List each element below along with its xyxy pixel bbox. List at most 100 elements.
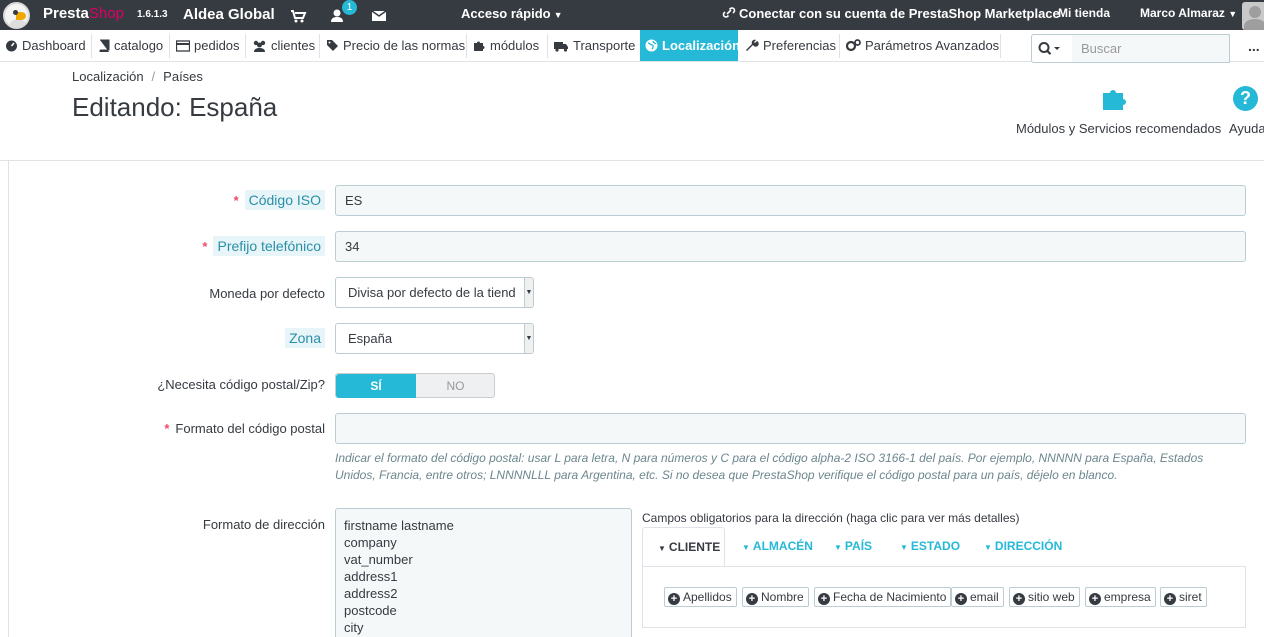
phone-prefix-label-text: Prefijo telefónico — [213, 236, 325, 256]
iso-code-input[interactable] — [335, 185, 1246, 216]
help-icon[interactable]: ? — [1233, 86, 1258, 111]
brand-name[interactable]: PrestaShop — [43, 5, 124, 22]
zone-select[interactable]: España ▼ — [335, 323, 534, 354]
credit-card-icon — [175, 40, 191, 52]
marketplace-link[interactable]: Conectar con su cuenta de PrestaShop Mar… — [722, 6, 1060, 21]
search-input[interactable] — [1072, 34, 1230, 63]
breadcrumb-item[interactable]: Países — [163, 69, 203, 84]
address-line: vat_number — [344, 552, 413, 567]
tab-panel-cliente: + Apellidos + Nombre + Fecha de Nacimiento … — [642, 566, 1246, 628]
help-button[interactable]: Ayuda — [1229, 121, 1264, 136]
address-line: address2 — [344, 586, 398, 601]
default-currency-select[interactable]: Divisa por defecto de la tiend ▼ — [335, 277, 534, 308]
default-currency-label: Moneda por defecto — [209, 286, 325, 301]
zip-needed-switch[interactable]: SÍ NO — [335, 373, 495, 398]
tab-almacen[interactable]: ▼ ALMACÉN — [727, 527, 828, 567]
nav-item-preferencias[interactable]: Preferencias — [741, 30, 839, 61]
breadcrumb: Localización / Países — [72, 69, 203, 84]
zip-yes-option[interactable]: SÍ — [336, 374, 416, 398]
my-store-link[interactable]: Mi tienda — [1058, 6, 1110, 20]
address-format-label: Formato de dirección — [202, 517, 325, 532]
plus-circle-icon: + — [818, 593, 830, 605]
nav-item-localizacion[interactable]: Localización — [640, 30, 741, 61]
search-icon — [1038, 42, 1060, 55]
nav-label: Transporte — [573, 38, 636, 53]
chip-label: Nombre — [761, 590, 804, 604]
nav-label: módulos — [490, 38, 540, 53]
field-chip-fecha-nacimiento[interactable]: + Fecha de Nacimiento — [814, 587, 952, 607]
nav-label: Preferencias — [763, 38, 836, 53]
puzzle-icon[interactable] — [1100, 85, 1130, 111]
breadcrumb-separator: / — [151, 69, 156, 84]
chip-label: empresa — [1104, 590, 1151, 604]
search-type-button[interactable] — [1031, 34, 1073, 63]
avatar[interactable] — [1242, 2, 1264, 30]
link-icon — [722, 7, 736, 18]
caret-down-icon: ▼ — [658, 544, 666, 553]
field-chip-empresa[interactable]: + empresa — [1085, 587, 1156, 607]
dashboard-icon — [6, 40, 17, 52]
iso-code-label-text: Código ISO — [244, 190, 325, 210]
nav-label: clientes — [271, 38, 316, 53]
address-line: city — [344, 620, 364, 635]
caret-down-icon: ▼ — [900, 543, 908, 552]
recommended-modules-button[interactable]: Módulos y Servicios recomendados — [1016, 121, 1221, 136]
nav-item-pedidos[interactable]: pedidos — [171, 30, 244, 61]
nav-item-catalogo[interactable]: catalogo — [93, 30, 169, 61]
shop-name[interactable]: Aldea Global — [183, 6, 275, 23]
chip-label: siret — [1179, 590, 1202, 604]
phone-prefix-label: * Prefijo telefónico — [150, 236, 325, 256]
caret-down-icon: ▼ — [553, 10, 563, 20]
quick-access-menu[interactable]: Acceso rápido ▼ — [461, 6, 563, 21]
zip-format-input[interactable] — [335, 413, 1246, 444]
globe-icon — [645, 39, 658, 52]
tab-cliente[interactable]: ▼ CLIENTE — [642, 527, 725, 567]
address-format-textarea[interactable]: firstname lastname company vat_number ad… — [335, 508, 632, 637]
notification-badge[interactable]: 1 — [342, 0, 357, 15]
cart-icon[interactable] — [289, 5, 307, 25]
user-menu[interactable]: Marco Almaraz ▼ — [1140, 6, 1237, 20]
tab-label: CLIENTE — [668, 540, 721, 554]
plus-circle-icon: + — [1164, 593, 1176, 605]
caret-down-icon: ▼ — [834, 543, 842, 552]
nav-label: Dashboard — [22, 38, 86, 53]
nav-label: Parámetros Avanzados — [865, 38, 1000, 53]
wrench-icon — [746, 39, 759, 51]
field-chip-apellidos[interactable]: + Apellidos — [664, 587, 737, 607]
phone-prefix-input[interactable] — [335, 231, 1246, 262]
zip-format-label-text: Formato del código postal — [175, 421, 325, 436]
nav-item-precio-normas[interactable]: Precio de las normas — [321, 30, 465, 61]
zip-format-label: * Formato del código postal — [164, 421, 325, 436]
zip-no-option[interactable]: NO — [416, 374, 495, 398]
mail-icon[interactable] — [370, 5, 388, 25]
zip-format-help: Indicar el formato del código postal: us… — [335, 451, 1204, 482]
field-chip-nombre[interactable]: + Nombre — [742, 587, 809, 607]
nav-item-modulos[interactable]: módulos — [468, 30, 547, 61]
page-title: Editando: España — [72, 92, 278, 122]
field-chip-email[interactable]: + email — [951, 587, 1004, 607]
tab-estado[interactable]: ▼ ESTADO — [885, 527, 975, 567]
more-menu-icon[interactable]: ... — [1248, 38, 1260, 54]
nav-label: Localización — [662, 38, 741, 53]
caret-down-icon: ▼ — [984, 543, 992, 552]
field-chip-siret[interactable]: + siret — [1160, 587, 1207, 607]
tab-direccion[interactable]: ▼ DIRECCIÓN — [969, 527, 1077, 567]
breadcrumb-item[interactable]: Localización — [72, 69, 144, 84]
book-icon — [99, 39, 110, 53]
tab-label: PAÍS — [844, 539, 873, 553]
user-name: Marco Almaraz — [1140, 6, 1225, 20]
address-field-tabs: ▼ CLIENTE ▼ ALMACÉN ▼ PAÍS ▼ ESTADO ▼ DIRECCI… — [642, 527, 1246, 567]
nav-item-dashboard[interactable]: Dashboard — [0, 30, 90, 61]
prestashop-logo-icon[interactable] — [3, 2, 30, 29]
plus-circle-icon: + — [746, 593, 758, 605]
nav-item-transporte[interactable]: Transporte — [549, 30, 638, 61]
tab-label: DIRECCIÓN — [994, 539, 1063, 553]
address-line: postcode — [344, 603, 397, 618]
plus-circle-icon: + — [1013, 593, 1025, 605]
nav-item-clientes[interactable]: clientes — [247, 30, 319, 61]
field-chip-sitio-web[interactable]: + sitio web — [1009, 587, 1080, 607]
plus-circle-icon: + — [955, 593, 967, 605]
select-arrow-icon: ▼ — [524, 278, 533, 307]
tab-pais[interactable]: ▼ PAÍS — [819, 527, 887, 567]
nav-item-parametros-avanzados[interactable]: Parámetros Avanzados — [841, 30, 1001, 61]
